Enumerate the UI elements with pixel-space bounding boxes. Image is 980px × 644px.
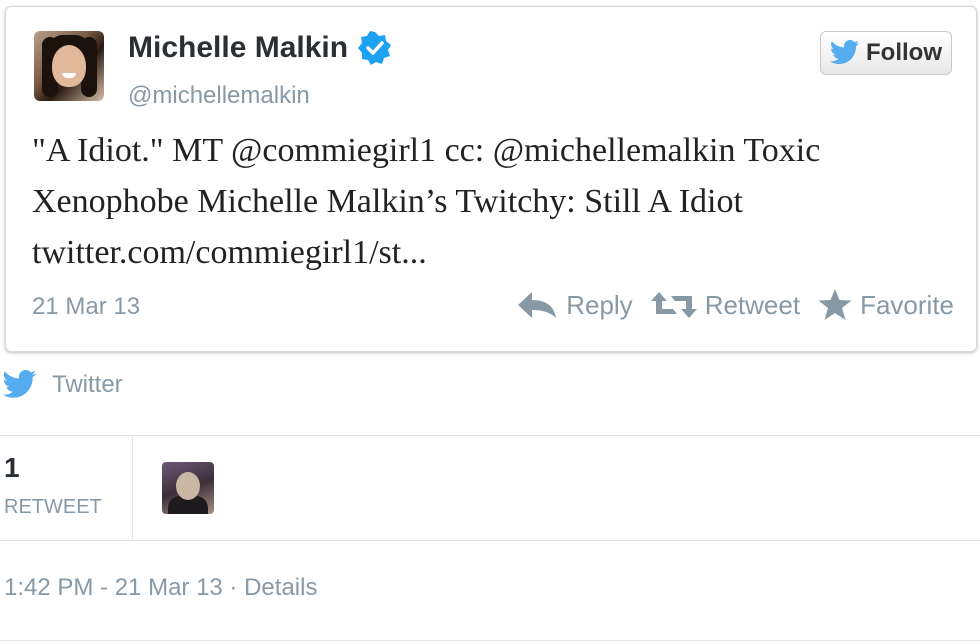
- retweet-label: Retweet: [704, 289, 801, 320]
- reply-arrow-icon: [518, 292, 557, 318]
- divider: [0, 540, 980, 541]
- tweet-text-line: Xenophobe Michelle Malkin’s Twitchy: Sti…: [32, 183, 743, 220]
- retweeter-avatar[interactable]: [162, 462, 214, 514]
- source-row[interactable]: Twitter: [2, 370, 123, 400]
- reply-label: Reply: [566, 289, 633, 320]
- stats-row: 1 RETWEET: [0, 436, 980, 540]
- retweet-button[interactable]: Retweet: [650, 289, 801, 321]
- retweet-count-label: RETWEET: [4, 496, 102, 518]
- author-handle[interactable]: @michellemalkin: [128, 82, 310, 110]
- twitter-bird-icon: [2, 370, 37, 398]
- author-name[interactable]: Michelle Malkin: [128, 31, 348, 65]
- source-label: Twitter: [52, 371, 123, 398]
- favorite-label: Favorite: [860, 289, 954, 320]
- twitter-bird-icon: [830, 40, 859, 64]
- favorite-button[interactable]: Favorite: [818, 289, 954, 321]
- follow-button[interactable]: Follow: [820, 31, 952, 75]
- tweet-text-line: "A Idiot." MT @commiegirl1 cc: @michelle…: [32, 132, 821, 169]
- tweet-text: "A Idiot." MT @commiegirl1 cc: @michelle…: [32, 125, 962, 278]
- verified-badge-icon: [358, 31, 392, 65]
- follow-label: Follow: [866, 39, 942, 66]
- retweet-icon: [650, 292, 697, 318]
- tweet-card: Michelle Malkin @michellemalkin Follow "…: [5, 6, 977, 352]
- author-avatar[interactable]: [34, 31, 104, 101]
- tweet-actions: Reply Retweet Favorite: [516, 289, 954, 321]
- star-icon: [818, 289, 852, 320]
- tweet-link[interactable]: twitter.com/commiegirl1/st...: [32, 227, 962, 278]
- reply-button[interactable]: Reply: [516, 289, 633, 321]
- tweet-timestamp-details[interactable]: 1:42 PM - 21 Mar 13 · Details: [4, 574, 317, 602]
- tweet-date[interactable]: 21 Mar 13: [32, 293, 140, 321]
- author-name-row[interactable]: Michelle Malkin: [128, 31, 392, 65]
- retweet-count[interactable]: 1: [4, 452, 20, 484]
- stats-separator: [132, 436, 133, 540]
- divider: [0, 640, 980, 641]
